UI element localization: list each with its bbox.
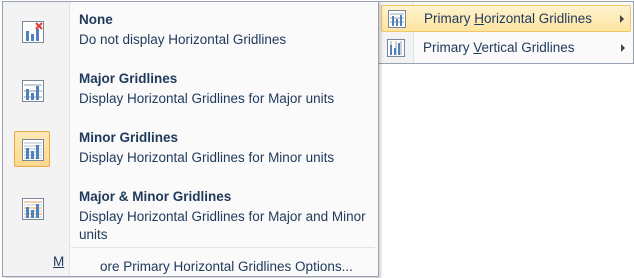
gridlines-menu-stage: Primary Horizontal Gridlines Primary Ver… <box>0 0 634 278</box>
more-gridlines-options-item[interactable]: More Primary Horizontal Gridlines Option… <box>6 249 375 275</box>
option-none[interactable]: None Do not display Horizontal Gridlines <box>6 4 375 60</box>
horizontal-gridlines-icon <box>388 10 406 28</box>
major-gridlines-icon <box>14 72 50 108</box>
option-description: Display Horizontal Gridlines for Minor u… <box>79 150 335 165</box>
menu-item-primary-horizontal-gridlines[interactable]: Primary Horizontal Gridlines <box>381 5 631 32</box>
submenu-arrow-icon <box>620 15 624 23</box>
option-title: None <box>79 12 113 27</box>
horizontal-gridlines-submenu: None Do not display Horizontal Gridlines… <box>2 1 379 277</box>
option-title: Major & Minor Gridlines <box>79 189 232 204</box>
option-title: Minor Gridlines <box>79 130 179 145</box>
menu-separator <box>71 247 375 248</box>
major-minor-gridlines-icon <box>14 190 50 226</box>
vertical-gridlines-icon <box>387 39 405 57</box>
option-major-minor-gridlines[interactable]: Major & Minor Gridlines Display Horizont… <box>6 181 375 245</box>
option-description: Display Horizontal Gridlines for Major a… <box>79 209 366 242</box>
option-description: Display Horizontal Gridlines for Major u… <box>79 91 335 106</box>
submenu-arrow-icon <box>621 44 625 52</box>
option-title: Major Gridlines <box>79 71 178 86</box>
no-gridlines-icon <box>14 13 50 49</box>
menu-item-label: Primary Vertical Gridlines <box>423 40 575 55</box>
option-description: Do not display Horizontal Gridlines <box>79 32 287 47</box>
more-options-label: More Primary Horizontal Gridlines Option… <box>53 254 353 274</box>
gridlines-menu: Primary Horizontal Gridlines Primary Ver… <box>379 1 634 64</box>
menu-item-label: Primary Horizontal Gridlines <box>424 11 593 26</box>
option-major-gridlines[interactable]: Major Gridlines Display Horizontal Gridl… <box>6 63 375 119</box>
option-minor-gridlines[interactable]: Minor Gridlines Display Horizontal Gridl… <box>6 122 375 178</box>
minor-gridlines-icon <box>14 131 50 167</box>
menu-item-primary-vertical-gridlines[interactable]: Primary Vertical Gridlines <box>381 35 631 62</box>
